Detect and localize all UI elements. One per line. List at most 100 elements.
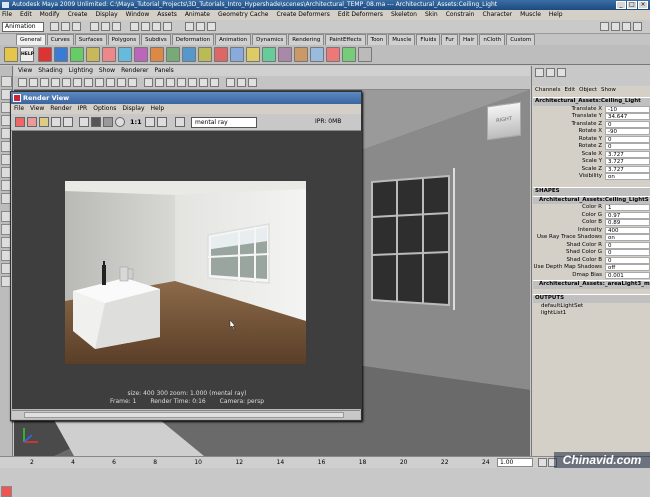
shape-name-area-light[interactable]: Architectural_Assets:_areaLight3_mr: [533, 280, 650, 289]
shadows-icon[interactable]: [210, 78, 219, 87]
rv-menu-render[interactable]: Render: [50, 104, 71, 114]
camera-icon[interactable]: [230, 47, 244, 62]
render-view-scrollbar[interactable]: [12, 410, 360, 419]
high-quality-icon[interactable]: [248, 78, 257, 87]
cube-icon[interactable]: [54, 47, 68, 62]
maximize-button[interactable]: □: [627, 1, 637, 9]
scrollbar-thumb[interactable]: [24, 412, 344, 418]
shelf-menu-icon[interactable]: [4, 47, 18, 62]
select-object-icon[interactable]: [101, 22, 110, 31]
plane-icon[interactable]: [102, 47, 116, 62]
renderer-menu-icon[interactable]: [175, 117, 185, 127]
current-time-field[interactable]: 1.00: [497, 458, 533, 467]
ipr-icon[interactable]: [27, 117, 37, 127]
select-hierarchy-icon[interactable]: [90, 22, 99, 31]
extrude-icon[interactable]: [150, 47, 164, 62]
tab-fur[interactable]: Fur: [441, 34, 459, 45]
menu-display[interactable]: Display: [96, 10, 118, 20]
attribute-value-field[interactable]: off: [605, 264, 650, 271]
select-tool-icon[interactable]: [1, 76, 12, 87]
tab-rendering[interactable]: Rendering: [288, 34, 325, 45]
tab-surfaces[interactable]: Surfaces: [74, 34, 107, 45]
menu-file[interactable]: File: [2, 10, 12, 20]
rv-menu-help[interactable]: Help: [151, 104, 165, 114]
layout-toggle-icon[interactable]: [633, 22, 642, 31]
isolate-select-icon[interactable]: [226, 78, 235, 87]
minimize-button[interactable]: _: [616, 1, 626, 9]
tool-settings-toggle-icon[interactable]: [611, 22, 620, 31]
layer-editor-icon[interactable]: [546, 68, 555, 77]
viewcube[interactable]: RIGHT: [487, 101, 521, 141]
cylinder-icon[interactable]: [70, 47, 84, 62]
open-scene-icon[interactable]: [61, 22, 70, 31]
render-region-icon[interactable]: [51, 117, 61, 127]
attribute-value-field[interactable]: 1: [605, 204, 650, 211]
tab-subdivs[interactable]: Subdivs: [141, 34, 171, 45]
new-scene-icon[interactable]: [50, 22, 59, 31]
tab-fluids[interactable]: Fluids: [416, 34, 441, 45]
channel-box-icon[interactable]: [535, 68, 544, 77]
menu-constrain[interactable]: Constrain: [446, 10, 475, 20]
channel-box-toggle-icon[interactable]: [622, 22, 631, 31]
attribute-value-field[interactable]: 0: [605, 241, 650, 249]
group-icon[interactable]: [262, 47, 276, 62]
film-gate-icon[interactable]: [73, 78, 82, 87]
attribute-value-field[interactable]: 3.727: [605, 165, 650, 173]
grid-icon[interactable]: [62, 78, 71, 87]
help-shelf-button[interactable]: HELP: [20, 47, 34, 62]
attribute-editor-toggle-icon[interactable]: [600, 22, 609, 31]
menu-modify[interactable]: Modify: [40, 10, 60, 20]
cv-curve-icon[interactable]: [214, 47, 228, 62]
redo-render-icon[interactable]: [15, 117, 25, 127]
attribute-value-field[interactable]: 3.727: [605, 150, 650, 158]
menu-animate[interactable]: Animate: [185, 10, 210, 20]
menu-muscle[interactable]: Muscle: [520, 10, 541, 20]
viewport-menu-shading[interactable]: Shading: [38, 66, 62, 76]
attribute-value-field[interactable]: 34.647: [605, 113, 650, 120]
rv-menu-view[interactable]: View: [30, 104, 44, 114]
attribute-value-field[interactable]: 3.727: [605, 158, 650, 165]
attribute-value-field[interactable]: 400: [605, 226, 650, 234]
tab-deformation[interactable]: Deformation: [171, 34, 215, 45]
display-real-size-icon[interactable]: [115, 117, 125, 127]
image-plane-icon[interactable]: [51, 78, 60, 87]
menu-geometry-cache[interactable]: Geometry Cache: [218, 10, 268, 20]
snap-surface-icon[interactable]: [163, 22, 172, 31]
output-item[interactable]: defaultLightSet: [533, 303, 650, 311]
attribute-value-field[interactable]: 0: [605, 256, 650, 264]
bevel-icon[interactable]: [182, 47, 196, 62]
tab-hair[interactable]: Hair: [459, 34, 479, 45]
smooth-shade-icon[interactable]: [155, 78, 164, 87]
field-chart-icon[interactable]: [106, 78, 115, 87]
snap-point-icon[interactable]: [152, 22, 161, 31]
tab-painteffects[interactable]: PaintEffects: [325, 34, 366, 45]
shape-name[interactable]: Architectural_Assets:Ceiling_LightS: [533, 195, 650, 204]
attribute-value-field[interactable]: on: [605, 173, 650, 180]
render-current-icon[interactable]: [185, 22, 194, 31]
attribute-value-field[interactable]: -90: [605, 128, 650, 135]
save-scene-icon[interactable]: [72, 22, 81, 31]
render-canvas[interactable]: [12, 131, 362, 387]
tab-curves[interactable]: Curves: [46, 34, 74, 45]
snapshot-icon[interactable]: [63, 117, 73, 127]
attribute-value-field[interactable]: 0: [605, 249, 650, 256]
cone-icon[interactable]: [86, 47, 100, 62]
ipr-render-icon[interactable]: [196, 22, 205, 31]
menu-assets[interactable]: Assets: [157, 10, 177, 20]
bookmark-icon[interactable]: [40, 78, 49, 87]
remove-image-icon[interactable]: [157, 117, 167, 127]
viewport-menu-lighting[interactable]: Lighting: [69, 66, 93, 76]
viewport-menu-renderer[interactable]: Renderer: [121, 66, 148, 76]
tab-custom[interactable]: Custom: [506, 34, 536, 45]
menu-set-dropdown[interactable]: Animation: [2, 22, 44, 32]
xray-icon[interactable]: [177, 78, 186, 87]
snap-curve-icon[interactable]: [141, 22, 150, 31]
attribute-value-field[interactable]: 0.001: [605, 271, 650, 279]
sphere-icon[interactable]: [38, 47, 52, 62]
menu-create[interactable]: Create: [68, 10, 88, 20]
menu-help[interactable]: Help: [549, 10, 563, 20]
viewport-menu-show[interactable]: Show: [99, 66, 115, 76]
snap-grid-icon[interactable]: [130, 22, 139, 31]
attribute-value-field[interactable]: 0: [605, 135, 650, 143]
renderer-dropdown[interactable]: mental ray: [191, 117, 257, 128]
